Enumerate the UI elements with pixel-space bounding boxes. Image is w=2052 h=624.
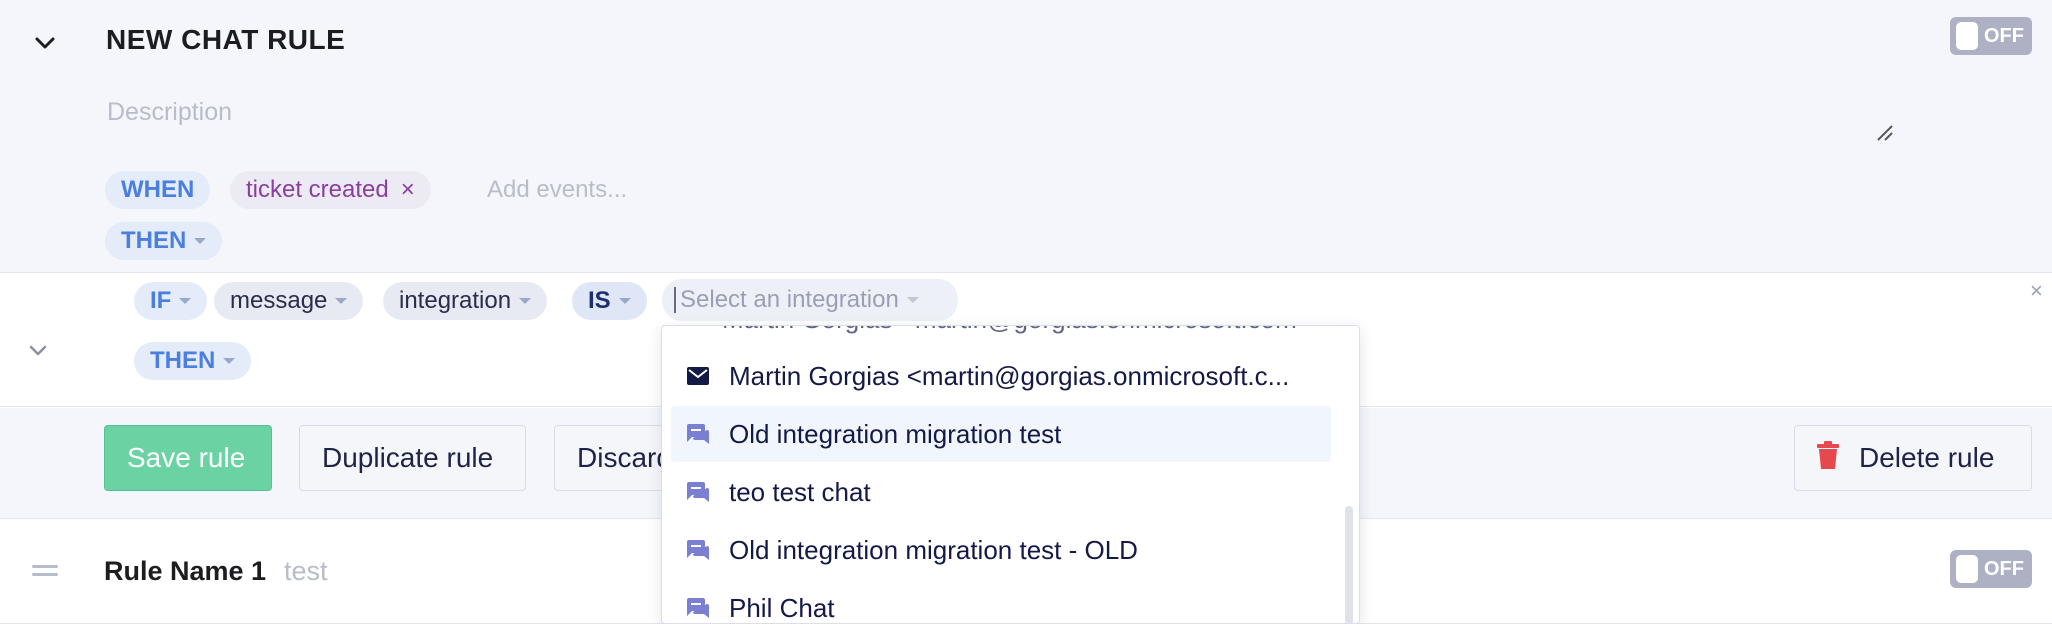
- integration-select-input[interactable]: Select an integration: [662, 279, 958, 321]
- then-dropdown[interactable]: THEN: [105, 222, 223, 260]
- rule-enable-toggle[interactable]: OFF: [1950, 17, 2032, 55]
- chevron-down-icon: [194, 238, 207, 244]
- toggle-label: OFF: [1984, 557, 2024, 580]
- chat-icon: [685, 598, 711, 618]
- chat-icon: [685, 482, 711, 502]
- rule-title[interactable]: NEW CHAT RULE: [106, 24, 345, 56]
- chat-icon: [685, 540, 711, 560]
- duplicate-rule-button[interactable]: Duplicate rule: [299, 425, 526, 491]
- condition-object-label: message: [230, 287, 328, 314]
- dropdown-item-label: teo test chat: [729, 476, 871, 507]
- toggle-knob: [1956, 555, 1978, 583]
- email-icon: [685, 367, 711, 385]
- chevron-down-icon: [519, 298, 532, 304]
- remove-condition-icon[interactable]: ×: [2030, 278, 2043, 304]
- chevron-down-icon: [223, 358, 236, 364]
- dropdown-item[interactable]: Old integration migration test: [671, 406, 1331, 462]
- delete-rule-label: Delete rule: [1859, 442, 1995, 473]
- rule-enable-toggle[interactable]: OFF: [1950, 550, 2032, 588]
- resize-grip-icon[interactable]: [1876, 124, 1894, 147]
- discard-button[interactable]: Discard: [554, 425, 674, 491]
- when-label: WHEN: [121, 176, 195, 203]
- rule-name: Rule Name 1: [104, 556, 267, 586]
- chevron-down-icon: [618, 298, 631, 304]
- rule-description: test: [284, 556, 328, 586]
- chevron-down-icon: [906, 297, 919, 303]
- dropdown-item-label: Old integration migration test: [729, 418, 1062, 449]
- dropdown-item-label: Martin Gorgias <martin@gorgias.onmicroso…: [729, 360, 1290, 391]
- then-action-dropdown[interactable]: THEN: [134, 342, 252, 380]
- chevron-down-icon: [179, 298, 192, 304]
- description-field[interactable]: Description: [107, 98, 232, 127]
- dropdown-scrollbar[interactable]: [1345, 506, 1353, 623]
- collapse-chevron-icon[interactable]: [28, 26, 62, 60]
- delete-rule-button[interactable]: Delete rule: [1794, 425, 2032, 491]
- trash-icon: [1817, 440, 1839, 476]
- when-chip: WHEN: [105, 171, 211, 209]
- drag-handle-icon[interactable]: [32, 565, 58, 581]
- condition-field-label: integration: [399, 287, 512, 314]
- then-label: THEN: [121, 227, 187, 254]
- add-events-input[interactable]: Add events...: [487, 176, 627, 204]
- dropdown-item[interactable]: Old integration migration test - OLD: [671, 522, 1331, 578]
- toggle-label: OFF: [1984, 24, 2024, 47]
- then-action-label: THEN: [150, 347, 216, 374]
- event-chip-label: ticket created: [246, 176, 389, 203]
- integration-select-placeholder: Select an integration: [680, 286, 899, 313]
- dropdown-item-label: Old integration migration test - OLD: [729, 534, 1138, 565]
- operator-dropdown[interactable]: IS: [572, 282, 647, 320]
- collapse-condition-chevron-icon[interactable]: [28, 344, 48, 362]
- save-rule-button[interactable]: Save rule: [104, 425, 272, 491]
- integration-dropdown-menu: Martin Gorgias <martin@gorgias.onmicroso…: [661, 325, 1360, 624]
- condition-field-dropdown[interactable]: integration: [383, 282, 548, 320]
- dropdown-item-partial[interactable]: Martin Gorgias <martin@gorgias.onmicroso…: [722, 326, 1312, 335]
- chevron-down-icon: [335, 298, 348, 304]
- condition-object-dropdown[interactable]: message: [214, 282, 364, 320]
- dropdown-item[interactable]: Martin Gorgias <martin@gorgias.onmicroso…: [671, 348, 1331, 404]
- toggle-knob: [1956, 22, 1978, 50]
- if-dropdown[interactable]: IF: [134, 282, 208, 320]
- chat-icon: [685, 424, 711, 444]
- if-label: IF: [150, 287, 172, 314]
- text-cursor: [674, 287, 676, 313]
- dropdown-item[interactable]: teo test chat: [671, 464, 1331, 520]
- event-chip[interactable]: ticket created ×: [230, 171, 431, 209]
- dropdown-item-label: Phil Chat: [729, 592, 835, 623]
- operator-label: IS: [588, 287, 611, 314]
- dropdown-item[interactable]: Phil Chat: [671, 580, 1331, 623]
- remove-event-icon[interactable]: ×: [401, 176, 415, 204]
